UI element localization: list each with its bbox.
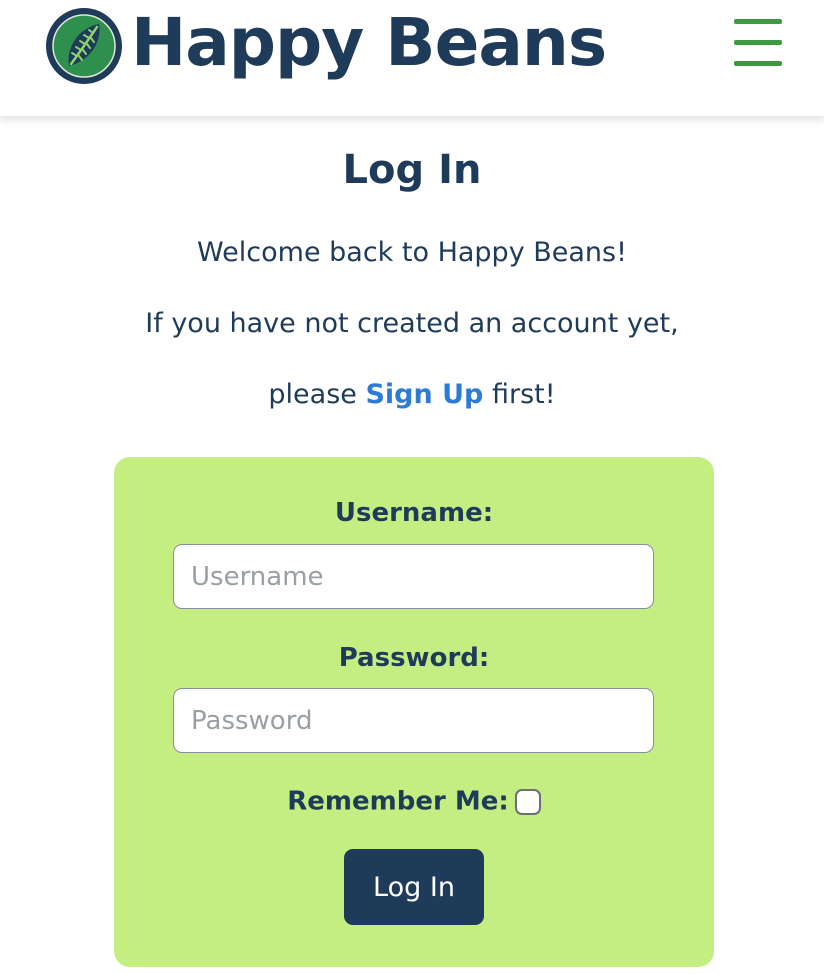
account-hint-text: If you have not created an account yet,	[145, 308, 679, 339]
brand-name[interactable]: Happy Beans	[131, 0, 607, 86]
welcome-text: Welcome back to Happy Beans!	[197, 237, 627, 268]
login-form-card: Username: Password: Remember Me: Log In	[114, 457, 714, 967]
signup-prompt-suffix: first!	[483, 379, 556, 410]
remember-me-checkbox[interactable]	[514, 788, 541, 815]
site-header: Happy Beans	[0, 0, 824, 116]
signup-prompt: please Sign Up first!	[0, 375, 824, 415]
menu-bar-top	[734, 19, 782, 24]
brand-logo-icon[interactable]	[44, 6, 124, 86]
password-input[interactable]	[173, 688, 654, 753]
login-submit-button[interactable]: Log In	[344, 849, 484, 925]
remember-me-label: Remember Me:	[287, 786, 509, 817]
username-input[interactable]	[173, 544, 654, 609]
password-label: Password:	[338, 643, 490, 673]
username-label: Username:	[334, 498, 494, 528]
signup-link[interactable]: Sign Up	[365, 379, 483, 410]
hamburger-menu-icon[interactable]	[734, 19, 782, 67]
remember-me-row: Remember Me:	[114, 783, 714, 820]
menu-bar-bottom	[734, 61, 782, 66]
signup-prompt-prefix: please	[268, 379, 366, 410]
menu-bar-middle	[734, 40, 782, 45]
page-title: Log In	[342, 147, 482, 193]
